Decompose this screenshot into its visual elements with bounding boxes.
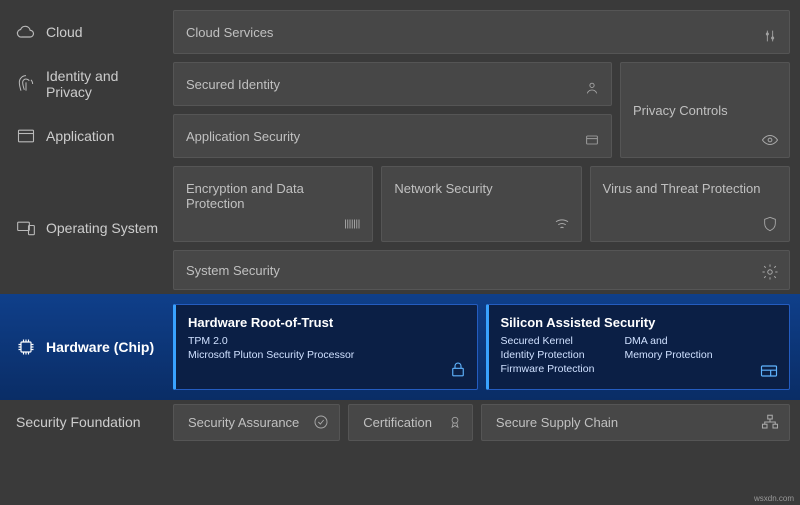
card-title: Virus and Threat Protection: [603, 177, 761, 196]
card-subtext: Microsoft Pluton Security Processor: [188, 348, 465, 362]
card-silicon-assisted-security[interactable]: Silicon Assisted Security Secured Kernel…: [486, 304, 791, 390]
sliders-icon: [761, 27, 779, 45]
devices-icon: [16, 218, 36, 238]
card-title: Cloud Services: [186, 25, 273, 40]
cloud-icon: [16, 22, 36, 42]
card-application-security[interactable]: Application Security: [173, 114, 612, 158]
wifi-icon: [553, 215, 571, 233]
layer-cloud: Cloud: [10, 10, 165, 54]
card-network-security[interactable]: Network Security: [381, 166, 581, 242]
pill-label: Certification: [363, 415, 432, 430]
pill-label: Secure Supply Chain: [496, 415, 618, 430]
card-title: Encryption and Data Protection: [186, 177, 360, 211]
card-cloud-services[interactable]: Cloud Services: [173, 10, 790, 54]
pill-security-assurance[interactable]: Security Assurance: [173, 404, 340, 441]
pill-certification[interactable]: Certification: [348, 404, 473, 441]
card-subtext: Identity Protection: [501, 348, 595, 362]
card-subtext: DMA and: [624, 334, 712, 348]
chip-icon: [16, 337, 36, 357]
card-subtext: Secured Kernel: [501, 334, 595, 348]
pill-label: Security Assurance: [188, 415, 299, 430]
gear-icon: [761, 263, 779, 281]
fingerprint-icon: [16, 74, 36, 94]
shield-icon: [761, 215, 779, 233]
card-subtext: Memory Protection: [624, 348, 712, 362]
layer-label-text: Application: [46, 128, 115, 144]
card-title: Network Security: [394, 177, 492, 196]
card-title: Application Security: [186, 129, 300, 144]
check-circle-icon: [313, 414, 329, 430]
card-hardware-root-of-trust[interactable]: Hardware Root-of-Trust TPM 2.0 Microsoft…: [173, 304, 478, 390]
layer-label-text: Identity and Privacy: [46, 68, 165, 100]
ribbon-icon: [448, 413, 462, 431]
layer-hardware: Hardware (Chip): [10, 304, 165, 390]
card-title: Hardware Root-of-Trust: [188, 315, 465, 330]
eye-icon: [761, 131, 779, 149]
card-title: Secured Identity: [186, 77, 280, 92]
layer-label-text: Security Foundation: [16, 414, 141, 430]
barcode-icon: [344, 215, 362, 233]
layer-label-text: Hardware (Chip): [46, 339, 154, 355]
card-title: Silicon Assisted Security: [501, 315, 778, 330]
card-title: System Security: [186, 263, 280, 278]
layer-hardware-row: Hardware (Chip) Hardware Root-of-Trust T…: [0, 294, 800, 400]
card-title: Privacy Controls: [633, 103, 728, 118]
card-subtext: TPM 2.0: [188, 334, 465, 348]
lock-icon: [449, 359, 467, 379]
card-encryption[interactable]: Encryption and Data Protection: [173, 166, 373, 242]
pill-secure-supply-chain[interactable]: Secure Supply Chain: [481, 404, 790, 441]
layer-label-text: Cloud: [46, 24, 83, 40]
person-icon: [583, 79, 601, 97]
layer-application: Application: [10, 114, 165, 158]
layer-identity: Identity and Privacy: [10, 62, 165, 106]
card-secured-identity[interactable]: Secured Identity: [173, 62, 612, 106]
window-small-icon: [583, 131, 601, 149]
layer-foundation: Security Foundation: [10, 404, 165, 441]
card-subtext: Firmware Protection: [501, 362, 595, 376]
watermark-text: wsxdn.com: [754, 494, 794, 503]
hierarchy-icon: [761, 414, 779, 430]
card-chip-icon: [759, 363, 779, 379]
card-system-security[interactable]: System Security: [173, 250, 790, 290]
card-virus-threat[interactable]: Virus and Threat Protection: [590, 166, 790, 242]
card-privacy-controls[interactable]: Privacy Controls: [620, 62, 790, 158]
window-icon: [16, 126, 36, 146]
layer-os: Operating System: [10, 166, 165, 290]
layer-label-text: Operating System: [46, 220, 158, 236]
